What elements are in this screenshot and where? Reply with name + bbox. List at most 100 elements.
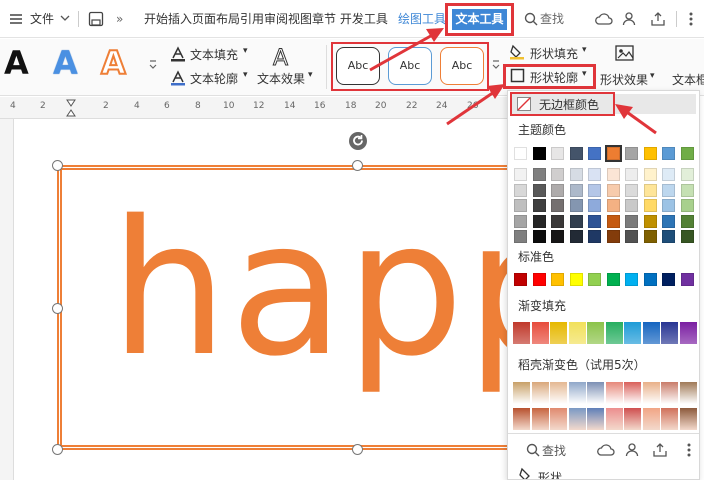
resize-handle[interactable]: [52, 160, 63, 171]
document-canvas[interactable]: happy: [15, 120, 696, 480]
cloud-icon[interactable]: [597, 443, 615, 457]
shape-fill-button[interactable]: 形状填充: [530, 45, 578, 62]
file-menu[interactable]: 文件: [30, 0, 54, 38]
gradient-swatch[interactable]: [679, 322, 697, 344]
resize-handle[interactable]: [52, 444, 63, 455]
shell-gradient-swatch[interactable]: [513, 408, 530, 430]
standard-color-swatch[interactable]: [588, 273, 601, 286]
shell-gradient-swatch[interactable]: [661, 408, 678, 430]
shell-gradient-swatch[interactable]: [568, 382, 586, 404]
standard-color-swatch[interactable]: [532, 273, 546, 286]
gradient-swatch[interactable]: [605, 322, 623, 344]
shell-gradient-swatch[interactable]: [513, 382, 530, 404]
theme-color-swatch[interactable]: [643, 147, 657, 160]
shell-gradient-swatch[interactable]: [679, 408, 697, 430]
theme-shade-swatch[interactable]: [532, 230, 546, 243]
theme-shade-swatch[interactable]: [643, 214, 657, 228]
shape-effect-icon[interactable]: [614, 44, 636, 64]
theme-shade-swatch[interactable]: [532, 199, 546, 212]
theme-shade-swatch[interactable]: [569, 230, 583, 243]
gradient-swatch[interactable]: [661, 322, 678, 344]
theme-shade-swatch[interactable]: [606, 183, 620, 197]
theme-shade-swatch[interactable]: [532, 168, 546, 181]
text-outline-icon[interactable]: [170, 70, 186, 86]
rotate-handle-icon[interactable]: [348, 131, 368, 151]
user-add-icon[interactable]: [622, 11, 638, 27]
shell-gradient-swatch[interactable]: [550, 408, 567, 430]
more-icon[interactable]: [686, 442, 692, 458]
theme-shade-swatch[interactable]: [643, 168, 657, 181]
shell-gradient-swatch[interactable]: [679, 382, 697, 404]
theme-shade-swatch[interactable]: [514, 214, 527, 228]
standard-color-swatch[interactable]: [569, 273, 583, 286]
resize-handle[interactable]: [352, 444, 363, 455]
theme-color-swatch[interactable]: [680, 147, 694, 160]
theme-shade-swatch[interactable]: [680, 168, 694, 181]
gradient-swatch[interactable]: [513, 322, 530, 344]
theme-shade-swatch[interactable]: [588, 214, 601, 228]
theme-color-swatch[interactable]: [604, 145, 622, 162]
shell-gradient-swatch[interactable]: [531, 382, 549, 404]
shell-gradient-swatch[interactable]: [605, 408, 623, 430]
resize-handle[interactable]: [352, 160, 363, 171]
theme-shade-swatch[interactable]: [680, 199, 694, 212]
shape-fill-icon[interactable]: [518, 467, 534, 480]
ribbon-tabs[interactable]: 开始插入页面布局引用审阅视图章节 开发工具: [144, 0, 388, 38]
shell-gradient-swatch[interactable]: [550, 382, 567, 404]
theme-shade-swatch[interactable]: [643, 230, 657, 243]
theme-shade-swatch[interactable]: [588, 230, 601, 243]
text-fill-button[interactable]: 文本填充: [190, 46, 238, 63]
theme-shade-swatch[interactable]: [680, 214, 694, 228]
theme-shade-swatch[interactable]: [532, 214, 546, 228]
chevron-down-icon[interactable]: ▾: [308, 70, 313, 80]
wordart-style-black[interactable]: A: [4, 43, 29, 83]
theme-color-swatch[interactable]: [662, 147, 675, 160]
shell-gradient-swatch[interactable]: [587, 408, 604, 430]
shell-gradient-swatch[interactable]: [605, 382, 623, 404]
theme-shade-swatch[interactable]: [514, 168, 527, 181]
theme-shade-swatch[interactable]: [680, 230, 694, 243]
theme-shade-swatch[interactable]: [625, 230, 638, 243]
chevron-down-icon[interactable]: ▾: [650, 71, 655, 81]
style-gallery-more-icon[interactable]: [149, 59, 157, 71]
shell-gradient-swatch[interactable]: [587, 382, 604, 404]
standard-color-swatch[interactable]: [625, 273, 638, 286]
theme-shade-swatch[interactable]: [606, 230, 620, 243]
shell-gradient-swatch[interactable]: [624, 408, 641, 430]
chevron-down-icon[interactable]: ▾: [243, 70, 248, 80]
theme-shade-swatch[interactable]: [662, 183, 675, 197]
standard-color-swatch[interactable]: [606, 273, 620, 286]
theme-color-swatch[interactable]: [569, 147, 583, 160]
gradient-swatch[interactable]: [642, 322, 660, 344]
theme-shade-swatch[interactable]: [662, 230, 675, 243]
textbox-button[interactable]: 文本框: [672, 71, 704, 88]
theme-shade-swatch[interactable]: [551, 230, 564, 243]
shell-gradient-swatch[interactable]: [661, 382, 678, 404]
share-icon[interactable]: [650, 11, 666, 27]
style-gallery-more-icon[interactable]: [492, 59, 500, 71]
shape-fill-icon[interactable]: [509, 44, 525, 60]
theme-shade-swatch[interactable]: [551, 168, 564, 181]
theme-shade-swatch[interactable]: [551, 214, 564, 228]
shell-gradient-swatch[interactable]: [642, 408, 660, 430]
shell-gradient-swatch[interactable]: [624, 382, 641, 404]
theme-shade-swatch[interactable]: [514, 230, 527, 243]
save-icon[interactable]: [88, 11, 104, 27]
shell-gradient-swatch[interactable]: [568, 408, 586, 430]
theme-shade-swatch[interactable]: [514, 199, 527, 212]
theme-shade-swatch[interactable]: [588, 183, 601, 197]
indent-marker-icon[interactable]: [66, 99, 76, 117]
theme-shade-swatch[interactable]: [569, 183, 583, 197]
user-add-icon[interactable]: [625, 442, 641, 458]
theme-shade-swatch[interactable]: [606, 214, 620, 228]
tab-draw-tools[interactable]: 绘图工具: [398, 0, 446, 38]
theme-color-swatch[interactable]: [625, 147, 638, 160]
theme-shade-swatch[interactable]: [625, 183, 638, 197]
text-outline-button[interactable]: 文本轮廓: [190, 70, 238, 87]
gradient-swatch[interactable]: [568, 322, 586, 344]
theme-shade-swatch[interactable]: [662, 199, 675, 212]
cloud-icon[interactable]: [595, 12, 613, 26]
theme-shade-swatch[interactable]: [680, 183, 694, 197]
theme-color-swatch[interactable]: [551, 147, 564, 160]
search-icon[interactable]: [524, 12, 538, 26]
